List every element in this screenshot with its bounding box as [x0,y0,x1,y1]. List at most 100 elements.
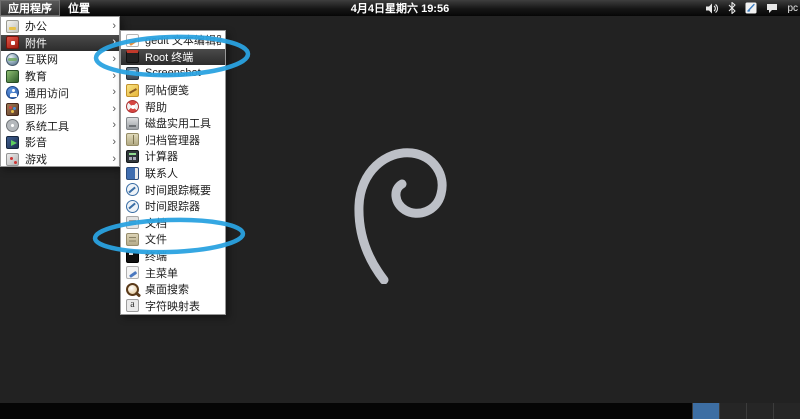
chevron-right-icon: › [112,69,116,82]
menu-category-label: 附件 [25,37,47,50]
chevron-right-icon: › [112,152,116,165]
menu-item-time-tracking-summary[interactable]: 时间跟踪概要 [121,181,225,198]
menu-item-label: 时间跟踪器 [145,201,200,214]
top-panel: 应用程序 位置 4月4日星期六 19:56 pc [0,0,800,16]
desktop: 应用程序 位置 4月4日星期六 19:56 pc 办公 › 附件 › 互联网 › 教育 › 通用… [0,0,800,419]
menu-item-time-tracker[interactable]: 时间跟踪器 [121,198,225,215]
chevron-right-icon: › [112,52,116,65]
menu-item-label: 文档 [145,217,167,230]
menu-category-office[interactable]: 办公 › [1,18,119,35]
menu-item-screenshot[interactable]: Screenshot [121,65,225,82]
clock[interactable]: 4月4日星期六 19:56 [351,0,449,16]
root-terminal-icon [126,50,139,64]
places-menu-button[interactable]: 位置 [60,0,98,16]
menu-item-label: Screenshot [145,67,201,80]
menu-item-label: Root 终端 [145,51,194,64]
workspace-switcher [692,403,800,419]
menu-category-label: 游戏 [25,154,47,167]
chevron-right-icon: › [112,135,116,148]
files-icon [126,232,139,246]
chevron-right-icon: › [112,19,116,32]
time-icon [126,199,139,213]
main-menu-icon [126,266,139,280]
debian-swirl-logo [354,148,447,284]
menu-item-label: 时间跟踪概要 [145,184,211,197]
menu-item-root-terminal[interactable]: Root 终端 [121,48,225,66]
system-tools-icon [6,119,19,133]
system-tray: pc [706,0,798,16]
internet-icon [6,52,19,66]
graphics-icon [6,102,19,116]
menu-item-files[interactable]: 文件 [121,231,225,248]
menu-item-help[interactable]: 帮助 [121,98,225,115]
menu-item-label: 归档管理器 [145,134,200,147]
menu-item-main-menu[interactable]: 主菜单 [121,264,225,281]
menu-item-character-map[interactable]: 字符映射表 [121,298,225,315]
menu-item-label: 主菜单 [145,267,178,280]
input-pen-icon[interactable] [745,2,757,14]
menu-category-label: 系统工具 [25,120,69,133]
disk-utility-icon [126,116,139,130]
menu-item-archive-manager[interactable]: 归档管理器 [121,132,225,149]
menu-item-label: 磁盘实用工具 [145,118,211,131]
help-icon [126,100,139,114]
bottom-panel [0,403,800,419]
screenshot-icon [126,66,139,80]
time-icon [126,183,139,197]
menu-item-label: gedit 文本编辑器 [145,35,222,48]
menu-item-label: 联系人 [145,168,178,181]
menu-category-sound-video[interactable]: 影音 › [1,134,119,151]
workspace-2[interactable] [719,403,746,419]
chevron-right-icon: › [112,119,116,132]
chevron-right-icon: › [112,36,116,49]
volume-icon[interactable] [706,3,719,14]
gedit-text-editor-icon [126,33,139,47]
menu-item-disk-utility[interactable]: 磁盘实用工具 [121,115,225,132]
menu-category-accessories[interactable]: 附件 › [1,34,119,52]
desktop-search-icon [126,282,139,296]
menu-item-calculator[interactable]: 计算器 [121,148,225,165]
menu-category-label: 教育 [25,71,47,84]
menu-item-label: 计算器 [145,151,178,164]
accessories-icon [6,36,19,50]
games-icon [6,152,19,166]
workspace-1[interactable] [692,403,719,419]
menu-item-label: 字符映射表 [145,300,200,313]
workspace-3[interactable] [746,403,773,419]
chat-icon[interactable] [766,3,778,14]
chevron-right-icon: › [112,102,116,115]
office-icon [6,19,19,33]
education-icon [6,69,19,83]
menu-item-contacts[interactable]: 联系人 [121,165,225,182]
workspace-4[interactable] [773,403,800,419]
menu-category-label: 互联网 [25,54,58,67]
menu-item-terminal[interactable]: 终端 [121,248,225,265]
menu-category-system-tools[interactable]: 系统工具 › [1,118,119,135]
menu-item-label: 阿帖便笺 [145,85,189,98]
menu-item-gedit-text-editor[interactable]: gedit 文本编辑器 [121,32,225,49]
menu-category-graphics[interactable]: 图形 › [1,101,119,118]
menu-category-universal-access[interactable]: 通用访问 › [1,84,119,101]
menu-item-desktop-search[interactable]: 桌面搜索 [121,281,225,298]
contacts-icon [126,166,139,180]
menu-category-label: 图形 [25,104,47,117]
menu-category-label: 办公 [25,21,47,34]
menu-category-internet[interactable]: 互联网 › [1,51,119,68]
terminal-icon [126,249,139,263]
applications-menu-button[interactable]: 应用程序 [0,0,60,16]
menu-category-label: 通用访问 [25,87,69,100]
sound-video-icon [6,135,19,149]
menu-item-xpad-notes[interactable]: 阿帖便笺 [121,82,225,99]
menu-category-games[interactable]: 游戏 › [1,151,119,168]
hostname-label: pc [787,2,798,14]
calculator-icon [126,149,139,163]
menu-item-documents[interactable]: 文档 [121,215,225,232]
menu-category-education[interactable]: 教育 › [1,68,119,85]
documents-icon [126,216,139,230]
menu-category-label: 影音 [25,137,47,150]
archive-manager-icon [126,133,139,147]
applications-menu: 办公 › 附件 › 互联网 › 教育 › 通用访问 › 图形 › 系统工具 › 影音 › 游戏 › [0,16,120,167]
menu-item-label: 终端 [145,251,167,264]
character-map-icon [126,299,139,313]
bluetooth-icon[interactable] [728,2,736,14]
